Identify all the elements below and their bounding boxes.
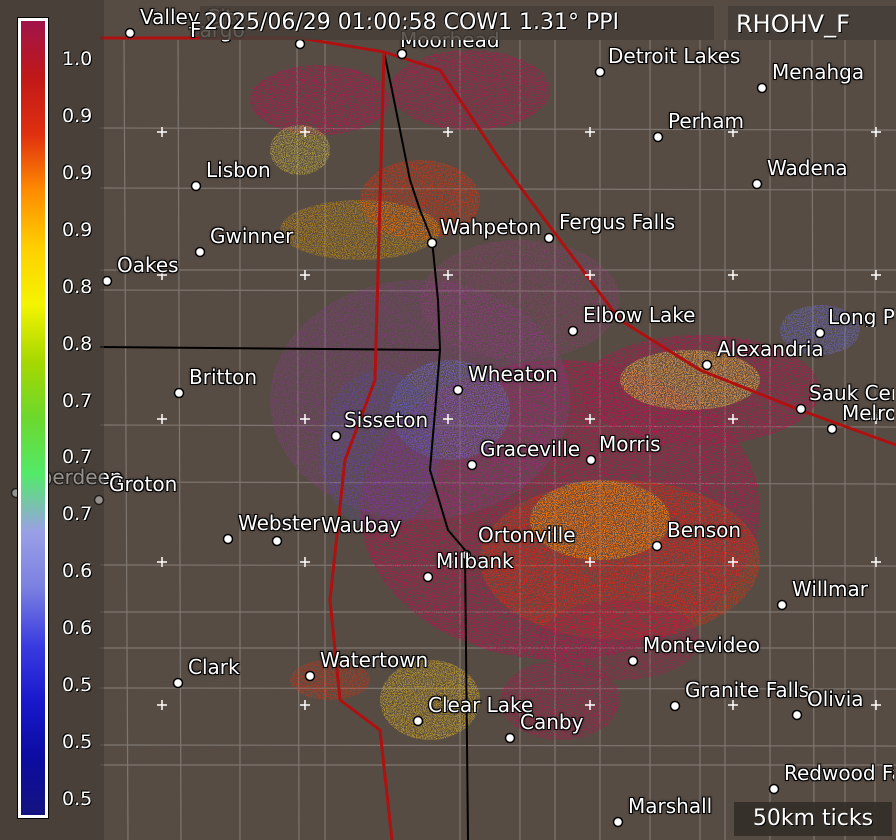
- city-label: Sauk Centre: [809, 383, 894, 403]
- city-marker: [768, 783, 780, 795]
- city-marker: [412, 715, 424, 727]
- radar-echo: [250, 65, 390, 135]
- city-label: Detroit Lakes: [608, 44, 741, 68]
- colorbar-tick-label: 0.9: [62, 218, 93, 241]
- city-label: Graceville: [480, 437, 581, 461]
- city-label: Oakes: [117, 253, 179, 277]
- city-marker: [422, 571, 434, 583]
- city-marker: [194, 246, 206, 258]
- city-marker: [585, 454, 597, 466]
- city-label: Lisbon: [206, 158, 271, 182]
- colorbar-tick-label: 1.0: [62, 48, 93, 70]
- city-marker: [504, 732, 516, 744]
- city-marker: [452, 384, 464, 396]
- city-label: Watertown: [320, 648, 429, 672]
- city-marker: [466, 459, 478, 471]
- city-marker: [543, 232, 555, 244]
- city-label: Montevideo: [643, 633, 760, 657]
- city-label: Fergus Falls: [559, 210, 676, 234]
- legend-panel: 1.0 0.9 0.9 0.9 0.8 0.8 0.7 0.7 0.7 0.6 0.6 0.5 0.5 0…: [0, 0, 104, 840]
- city-marker: [567, 325, 579, 337]
- city-marker: [795, 403, 807, 415]
- colorbar-tick-label: 0.5: [62, 674, 93, 697]
- product-name[interactable]: RHOHV_F: [728, 6, 896, 40]
- city-label: Melrose: [842, 403, 894, 423]
- city-label: Webster: [238, 511, 321, 535]
- city-marker: [701, 359, 713, 371]
- city-label: Britton: [189, 365, 258, 389]
- city-marker: [826, 423, 838, 435]
- radar-echo: [280, 200, 440, 260]
- radar-echo: [530, 480, 670, 560]
- city-marker: [330, 430, 342, 442]
- city-label: Clear Lake: [428, 693, 534, 717]
- colorbar-tick-label: 0.5: [62, 731, 93, 754]
- radar-viewer[interactable]: Valley CityFargoMoorheadDetroit LakesMen…: [0, 0, 896, 840]
- colorbar-tick-label: 0.9: [62, 104, 93, 127]
- city-label: Granite Falls: [685, 678, 810, 702]
- city-marker: [652, 131, 664, 143]
- city-marker: [124, 27, 136, 39]
- city-marker: [173, 387, 185, 399]
- city-label: Benson: [667, 518, 742, 542]
- city-label: Menahga: [772, 60, 865, 84]
- city-marker: [669, 700, 681, 712]
- colorbar-tick-label: 0.8: [62, 332, 93, 355]
- colorbar-tick-label: 0.9: [62, 161, 93, 184]
- city-label: Marshall: [628, 794, 713, 818]
- colorbar-tick-label: 0.5: [62, 788, 93, 810]
- city-label: Perham: [668, 109, 744, 133]
- city-label: Willmar: [792, 577, 868, 601]
- city-marker: [612, 816, 624, 828]
- city-marker: [627, 655, 639, 667]
- city-label: Ortonville: [478, 523, 576, 547]
- colorbar-tick-label: 0.7: [62, 503, 93, 526]
- colorbar-tick-label: 0.8: [62, 275, 93, 298]
- city-marker: [190, 180, 202, 192]
- city-label: Wadena: [767, 156, 848, 180]
- colorbar-tick-label: 0.6: [62, 617, 93, 640]
- city-marker: [594, 66, 606, 78]
- city-label: Canby: [520, 710, 584, 734]
- city-label: Clark: [188, 655, 240, 679]
- city-label: Waubay: [321, 513, 402, 537]
- colorbar-tick-label: 0.7: [62, 389, 93, 412]
- city-label: Elbow Lake: [583, 303, 696, 327]
- city-marker: [271, 535, 283, 547]
- colorbar: [17, 17, 49, 819]
- city-marker: [304, 670, 316, 682]
- city-label: Morris: [599, 432, 661, 456]
- scale-note: 50km ticks: [734, 802, 892, 836]
- city-label: Redwood Falls: [784, 763, 894, 783]
- city-marker: [756, 82, 768, 94]
- city-marker: [172, 677, 184, 689]
- radar-echo: [320, 370, 440, 530]
- city-marker: [791, 709, 803, 721]
- radar-echo: [420, 240, 620, 360]
- city-label: Alexandria: [717, 337, 824, 361]
- colorbar-tick-label: 0.7: [62, 446, 93, 469]
- city-marker: [222, 533, 234, 545]
- city-label: Wahpeton: [440, 215, 542, 239]
- colorbar-tick-label: 0.6: [62, 560, 93, 583]
- city-marker: [651, 540, 663, 552]
- city-label: Groton: [109, 472, 178, 496]
- city-marker: [751, 178, 763, 190]
- city-label: Gwinner: [210, 224, 294, 248]
- city-label: Long Prairie: [828, 307, 894, 327]
- city-marker: [294, 38, 306, 50]
- city-label: Olivia: [807, 687, 864, 711]
- city-marker: [426, 237, 438, 249]
- city-marker: [776, 599, 788, 611]
- city-label: Sisseton: [344, 408, 429, 432]
- city-label: Milbank: [436, 549, 514, 573]
- scan-title: 2025/06/29 01:00:58 COW1 1.31° PPI: [200, 6, 714, 40]
- city-label: Wheaton: [468, 362, 558, 386]
